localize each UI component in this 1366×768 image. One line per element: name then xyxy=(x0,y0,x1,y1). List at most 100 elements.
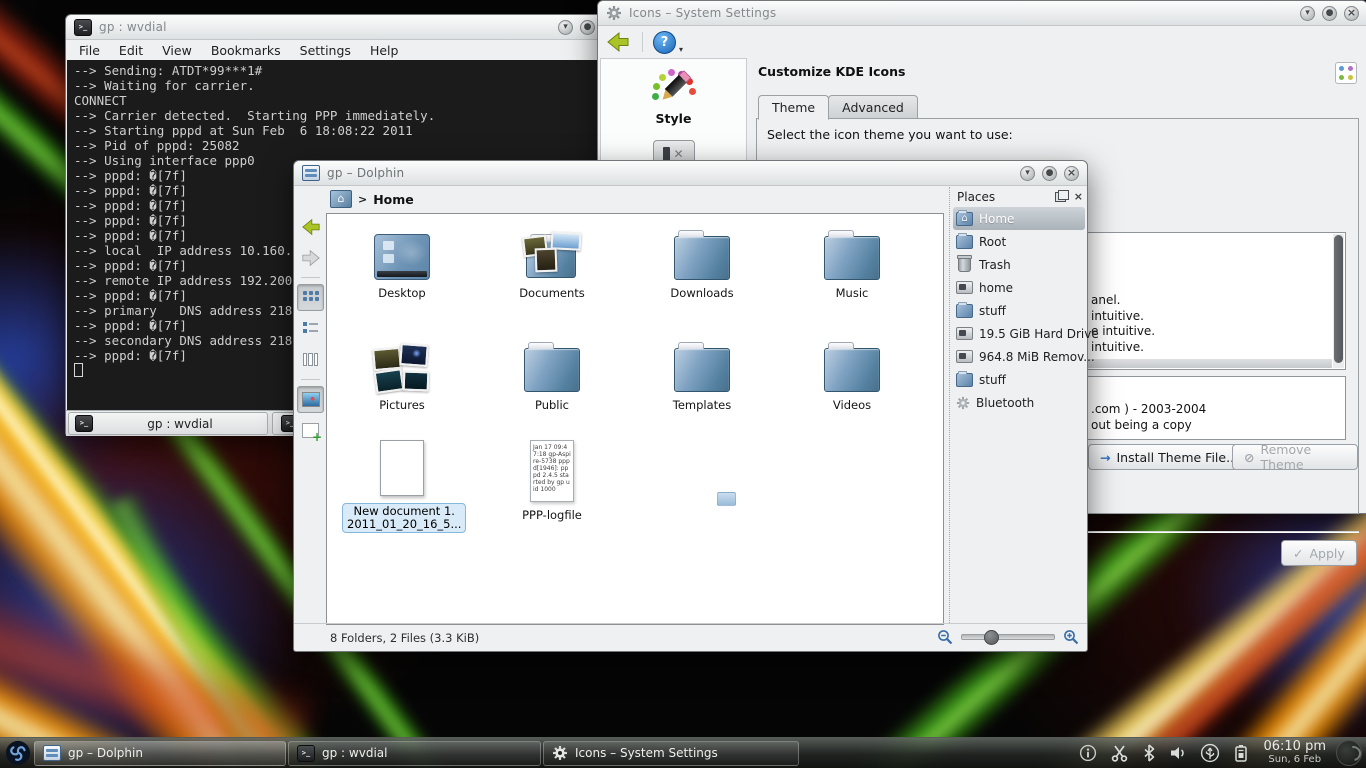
place-stuff[interactable]: stuff xyxy=(953,299,1085,322)
konsole-tab[interactable]: >_ gp : wvdial xyxy=(68,412,268,435)
remove-theme-button[interactable]: ⊘ Remove Theme xyxy=(1232,444,1358,470)
menu-view[interactable]: View xyxy=(162,43,192,58)
system-settings-titlebar[interactable]: Icons – System Settings ▾ ● × xyxy=(598,1,1366,26)
columns-view-button[interactable] xyxy=(297,346,324,373)
folder-item[interactable]: Templates xyxy=(642,336,762,412)
file-item[interactable]: Jan 17 09:47:18 gp-Aspire-5738 pppd[1946… xyxy=(492,436,612,522)
place-trash[interactable]: Trash xyxy=(953,253,1085,276)
folder-label: Templates xyxy=(642,399,762,412)
minimize-button[interactable]: ▾ xyxy=(558,20,573,35)
close-button[interactable]: × xyxy=(1344,6,1359,21)
tab-bar: Theme Advanced xyxy=(758,95,918,120)
klipper-scissors-icon[interactable] xyxy=(1110,744,1129,762)
folder-icon xyxy=(956,373,973,387)
menu-bookmarks[interactable]: Bookmarks xyxy=(211,43,281,58)
vertical-scrollbar[interactable] xyxy=(1333,234,1344,368)
toolbar-separator xyxy=(301,277,320,278)
clock[interactable]: 06:10 pm Sun, 6 Feb xyxy=(1259,740,1330,766)
taskbar-task-dolphin[interactable]: gp – Dolphin xyxy=(34,741,286,766)
back-button[interactable] xyxy=(604,29,632,55)
battery-icon[interactable] xyxy=(1233,744,1249,763)
close-icon[interactable]: × xyxy=(1074,192,1083,202)
theme-description-text: anel. intuitive. e intuitive. intuitive. xyxy=(1091,293,1155,355)
menu-edit[interactable]: Edit xyxy=(119,43,143,58)
split-view-button[interactable]: + xyxy=(297,417,324,444)
float-panel-icon[interactable] xyxy=(1055,192,1066,202)
folder-label: Pictures xyxy=(342,399,462,412)
place-stuff-2[interactable]: stuff xyxy=(953,368,1085,391)
places-header[interactable]: Places × xyxy=(953,187,1085,207)
back-button[interactable] xyxy=(297,213,324,240)
close-button[interactable]: × xyxy=(1064,166,1079,181)
tab-advanced[interactable]: Advanced xyxy=(828,95,918,120)
folder-item[interactable]: Music xyxy=(792,224,912,300)
icons-view-icon xyxy=(303,291,318,304)
menu-settings[interactable]: Settings xyxy=(300,43,351,58)
minimize-button[interactable]: ▾ xyxy=(1020,166,1035,181)
place-home[interactable]: ⌂ Home xyxy=(953,207,1085,230)
dolphin-titlebar[interactable]: gp – Dolphin ▾ ● × xyxy=(294,161,1087,186)
konsole-window-icon: >_ xyxy=(74,19,92,36)
zoom-out-icon[interactable] xyxy=(937,629,953,645)
folder-item[interactable]: Pictures xyxy=(342,336,462,412)
clock-time: 06:10 pm xyxy=(1263,740,1326,753)
app-launcher-button[interactable] xyxy=(2,739,33,768)
place-removable[interactable]: 964.8 MiB Remov... xyxy=(953,345,1085,368)
selected-file-label: New document 1.2011_01_20_16_5... xyxy=(342,503,466,533)
menu-help[interactable]: Help xyxy=(370,43,399,58)
page-title: Customize KDE Icons xyxy=(758,64,905,79)
place-root[interactable]: Root xyxy=(953,230,1085,253)
icons-view-button[interactable] xyxy=(297,284,324,311)
zoom-in-icon[interactable] xyxy=(1063,629,1079,645)
folder-label: Downloads xyxy=(642,287,762,300)
folder-item[interactable]: Documents xyxy=(492,224,612,300)
tab-theme[interactable]: Theme xyxy=(758,95,829,120)
terminal-line: --> Pid of pppd: 25082 xyxy=(74,138,595,153)
install-theme-button[interactable]: → Install Theme File... xyxy=(1088,444,1250,470)
info-icon[interactable] xyxy=(1079,744,1097,762)
folder-icon xyxy=(524,348,580,392)
details-view-button[interactable] xyxy=(297,315,324,342)
file-label: PPP-logfile xyxy=(492,509,612,522)
place-home-drive[interactable]: home xyxy=(953,276,1085,299)
minimize-button[interactable]: ▾ xyxy=(1300,6,1315,21)
panel-cashew-button[interactable] xyxy=(1336,740,1362,766)
taskbar-task-system-settings[interactable]: Icons – System Settings xyxy=(543,741,799,766)
zoom-slider[interactable] xyxy=(961,634,1055,640)
folder-item[interactable]: Public xyxy=(492,336,612,412)
place-hard-drive[interactable]: 19.5 GiB Hard Drive xyxy=(953,322,1085,345)
dolphin-title: gp – Dolphin xyxy=(327,166,404,180)
maximize-button[interactable]: ● xyxy=(580,20,595,35)
file-item-selected[interactable]: New document 1.2011_01_20_16_5... xyxy=(342,436,462,533)
volume-icon[interactable] xyxy=(1169,744,1187,762)
select-theme-label: Select the icon theme you want to use: xyxy=(767,127,1013,142)
breadcrumb-home[interactable]: Home xyxy=(373,192,414,207)
apply-button[interactable]: ✓ Apply xyxy=(1281,540,1357,566)
preview-button[interactable] xyxy=(297,386,324,413)
maximize-button[interactable]: ● xyxy=(1042,166,1057,181)
bluetooth-icon[interactable] xyxy=(1142,744,1156,762)
taskbar-panel: gp – Dolphin >_ gp : wvdial Icons – Syst… xyxy=(0,737,1366,768)
drag-ghost xyxy=(717,492,736,506)
menu-file[interactable]: File xyxy=(79,43,100,58)
folder-item[interactable]: Desktop xyxy=(342,224,462,300)
home-icon[interactable]: ⌂ xyxy=(330,190,352,208)
folder-icon xyxy=(956,235,973,249)
taskbar-task-konsole[interactable]: >_ gp : wvdial xyxy=(288,741,541,766)
documents-folder-icon xyxy=(523,232,581,280)
zoom-slider-handle[interactable] xyxy=(984,630,999,645)
folder-item[interactable]: Videos xyxy=(792,336,912,412)
sidebar-item-style[interactable]: Style xyxy=(614,67,734,126)
terminal-line: CONNECT xyxy=(74,93,595,108)
dolphin-file-view[interactable]: Desktop Documents Downloads xyxy=(326,213,944,625)
forward-button[interactable] xyxy=(297,244,324,271)
help-button[interactable]: ? ▾ xyxy=(653,29,683,55)
usb-device-icon[interactable] xyxy=(1200,743,1220,763)
clock-date: Sun, 6 Feb xyxy=(1263,753,1326,766)
overview-icon[interactable] xyxy=(1335,62,1357,84)
konsole-titlebar[interactable]: >_ gp : wvdial ▾ ● xyxy=(66,15,603,40)
place-bluetooth[interactable]: Bluetooth xyxy=(953,391,1085,414)
folder-item[interactable]: Downloads xyxy=(642,224,762,300)
maximize-button[interactable]: ● xyxy=(1322,6,1337,21)
scrollbar-thumb[interactable] xyxy=(1334,235,1343,363)
